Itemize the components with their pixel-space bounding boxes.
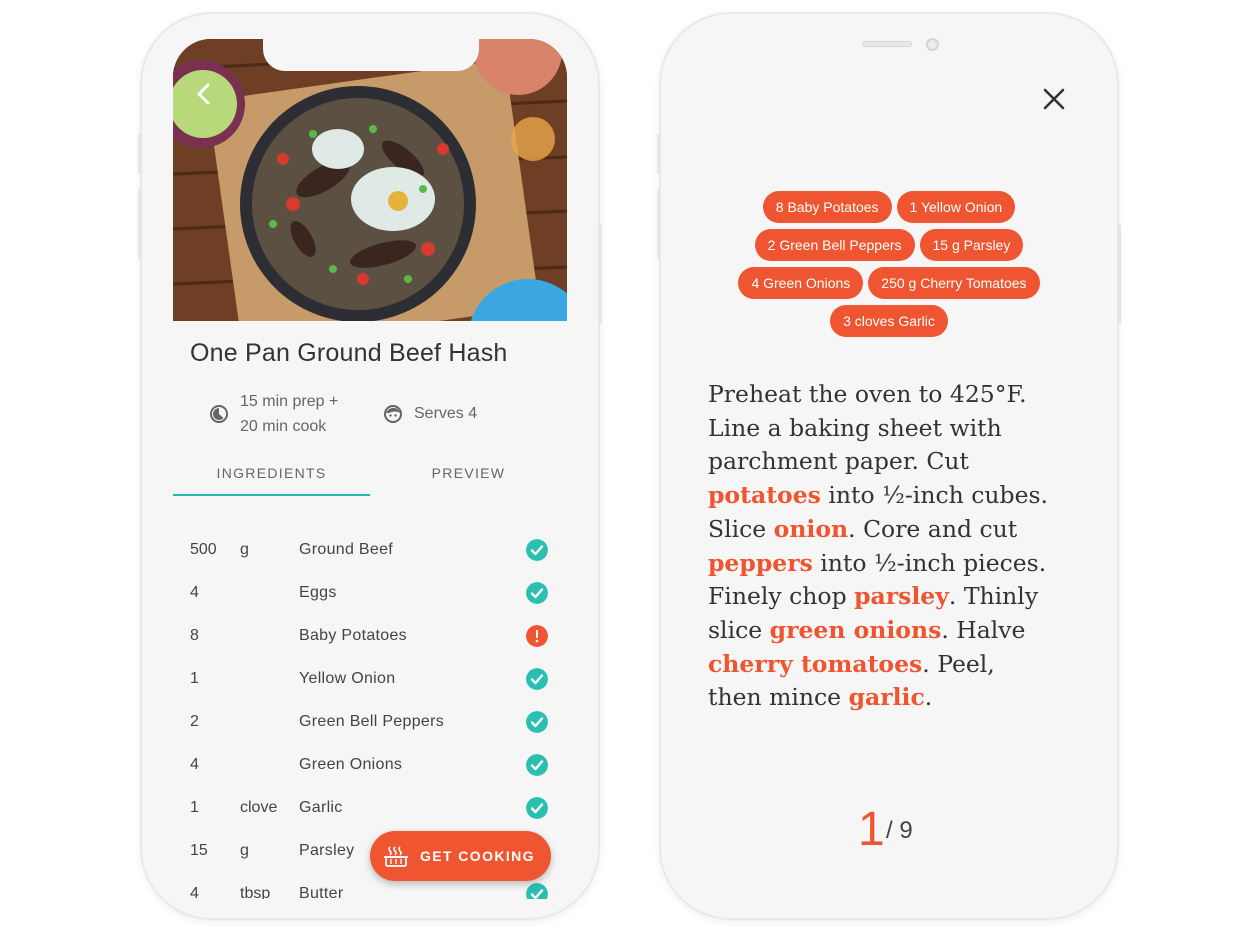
ingredient-chip[interactable]: 250 g Cherry Tomatoes <box>868 267 1040 299</box>
highlighted-ingredient[interactable]: green onions <box>770 616 942 644</box>
ingredient-name: Green Onions <box>299 756 403 773</box>
ingredient-name: Garlic <box>299 799 343 816</box>
ingredient-unit: clove <box>240 799 278 816</box>
ingredient-name: Butter <box>299 885 344 899</box>
ingredient-qty: 500 <box>190 541 217 558</box>
instruction-text: Preheat the oven to 425°F. Line a baking… <box>708 380 1027 476</box>
ingredient-row[interactable]: 4 Eggs <box>173 582 567 626</box>
side-button <box>1117 224 1121 324</box>
check-icon <box>526 668 548 690</box>
person-face-icon <box>384 405 402 423</box>
ingredient-row[interactable]: 8 Baby Potatoes <box>173 625 567 669</box>
check-icon <box>526 711 548 733</box>
instruction-text: . Core and cut <box>848 514 1018 543</box>
ingredient-unit: g <box>240 541 249 558</box>
phone-speaker <box>862 41 912 47</box>
highlighted-ingredient[interactable]: garlic <box>849 683 925 711</box>
highlighted-ingredient[interactable]: parsley <box>854 582 949 610</box>
ingredient-qty: 4 <box>190 584 199 601</box>
phone-recipe-screen: One Pan Ground Beef Hash 15 min prep + 2… <box>138 14 602 918</box>
time-info: 15 min prep + 20 min cook <box>240 389 338 439</box>
ingredient-row[interactable]: 2 Green Bell Peppers <box>173 711 567 755</box>
step-pager: 1 / 9 <box>858 802 938 862</box>
check-icon <box>526 539 548 561</box>
ingredient-qty: 4 <box>190 756 199 773</box>
check-icon <box>526 754 548 776</box>
ingredient-unit: g <box>240 842 249 859</box>
step-ingredient-chips: 8 Baby Potatoes 1 Yellow Onion 2 Green B… <box>711 191 1067 343</box>
timer-icon <box>210 405 228 423</box>
get-cooking-label: GET COOKING <box>420 848 535 864</box>
ingredient-chip[interactable]: 8 Baby Potatoes <box>762 191 892 223</box>
highlighted-ingredient[interactable]: potatoes <box>708 481 821 509</box>
highlighted-ingredient[interactable]: cherry tomatoes <box>708 650 922 678</box>
side-button <box>598 224 602 324</box>
highlighted-ingredient[interactable]: peppers <box>708 549 813 577</box>
ingredient-chip[interactable]: 2 Green Bell Peppers <box>754 229 915 261</box>
check-icon <box>526 797 548 819</box>
ingredient-name: Yellow Onion <box>299 670 396 687</box>
ingredient-name: Green Bell Peppers <box>299 713 445 730</box>
side-button <box>138 189 142 259</box>
recipe-screen: One Pan Ground Beef Hash 15 min prep + 2… <box>173 39 567 899</box>
current-step: 1 <box>858 803 885 856</box>
cook-time: 20 min cook <box>240 418 327 435</box>
ingredient-row[interactable]: 500 g Ground Beef <box>173 539 567 583</box>
ingredient-qty: 8 <box>190 627 199 644</box>
recipe-title: One Pan Ground Beef Hash <box>190 339 508 367</box>
instruction-text: . Halve <box>941 615 1026 644</box>
recipe-tabs: INGREDIENTS PREVIEW <box>173 459 567 503</box>
instruction-text: . <box>924 683 933 712</box>
ingredient-qty: 1 <box>190 799 199 816</box>
chip-row: 3 cloves Garlic <box>711 305 1067 338</box>
ingredient-row[interactable]: 1 Yellow Onion <box>173 668 567 712</box>
close-icon[interactable] <box>1043 88 1065 110</box>
phone-notch <box>263 39 479 71</box>
ingredient-row[interactable]: 4 tbsp Butter <box>173 883 567 899</box>
phone-step-screen: 8 Baby Potatoes 1 Yellow Onion 2 Green B… <box>657 14 1121 918</box>
ingredient-chip[interactable]: 15 g Parsley <box>919 229 1024 261</box>
ingredient-chip[interactable]: 3 cloves Garlic <box>830 305 948 337</box>
chip-row: 8 Baby Potatoes 1 Yellow Onion <box>711 191 1067 224</box>
active-tab-indicator <box>173 494 370 496</box>
check-icon <box>526 582 548 604</box>
chip-row: 4 Green Onions 250 g Cherry Tomatoes <box>711 267 1067 300</box>
side-button <box>657 134 661 174</box>
ingredient-unit: tbsp <box>240 885 271 899</box>
prep-time: 15 min prep + <box>240 393 339 410</box>
phone-camera <box>926 38 939 51</box>
tab-ingredients[interactable]: INGREDIENTS <box>173 459 370 503</box>
ingredient-qty: 1 <box>190 670 199 687</box>
get-cooking-button[interactable]: GET COOKING <box>370 831 551 881</box>
serves-info: Serves 4 <box>414 405 478 422</box>
side-button <box>138 134 142 174</box>
ingredient-name: Baby Potatoes <box>299 627 407 644</box>
ingredient-qty: 2 <box>190 713 199 730</box>
cooking-pot-icon <box>384 846 408 867</box>
back-arrow-icon[interactable] <box>189 79 219 109</box>
ingredient-qty: 4 <box>190 885 199 899</box>
tab-preview[interactable]: PREVIEW <box>370 459 567 503</box>
highlighted-ingredient[interactable]: onion <box>774 515 848 543</box>
recipe-hero-image <box>173 39 567 321</box>
alert-icon <box>526 625 548 647</box>
check-icon <box>526 883 548 899</box>
ingredient-chip[interactable]: 1 Yellow Onion <box>896 191 1016 223</box>
ingredient-name: Parsley <box>299 842 355 859</box>
ingredient-name: Ground Beef <box>299 541 394 558</box>
ingredient-row[interactable]: 4 Green Onions <box>173 754 567 798</box>
total-steps: / 9 <box>886 817 913 844</box>
ingredient-chip[interactable]: 4 Green Onions <box>738 267 864 299</box>
chip-row: 2 Green Bell Peppers 15 g Parsley <box>711 229 1067 262</box>
ingredient-qty: 15 <box>190 842 208 859</box>
side-button <box>657 189 661 259</box>
ingredient-name: Eggs <box>299 584 337 601</box>
step-instructions: Preheat the oven to 425°F. Line a baking… <box>708 378 1053 715</box>
